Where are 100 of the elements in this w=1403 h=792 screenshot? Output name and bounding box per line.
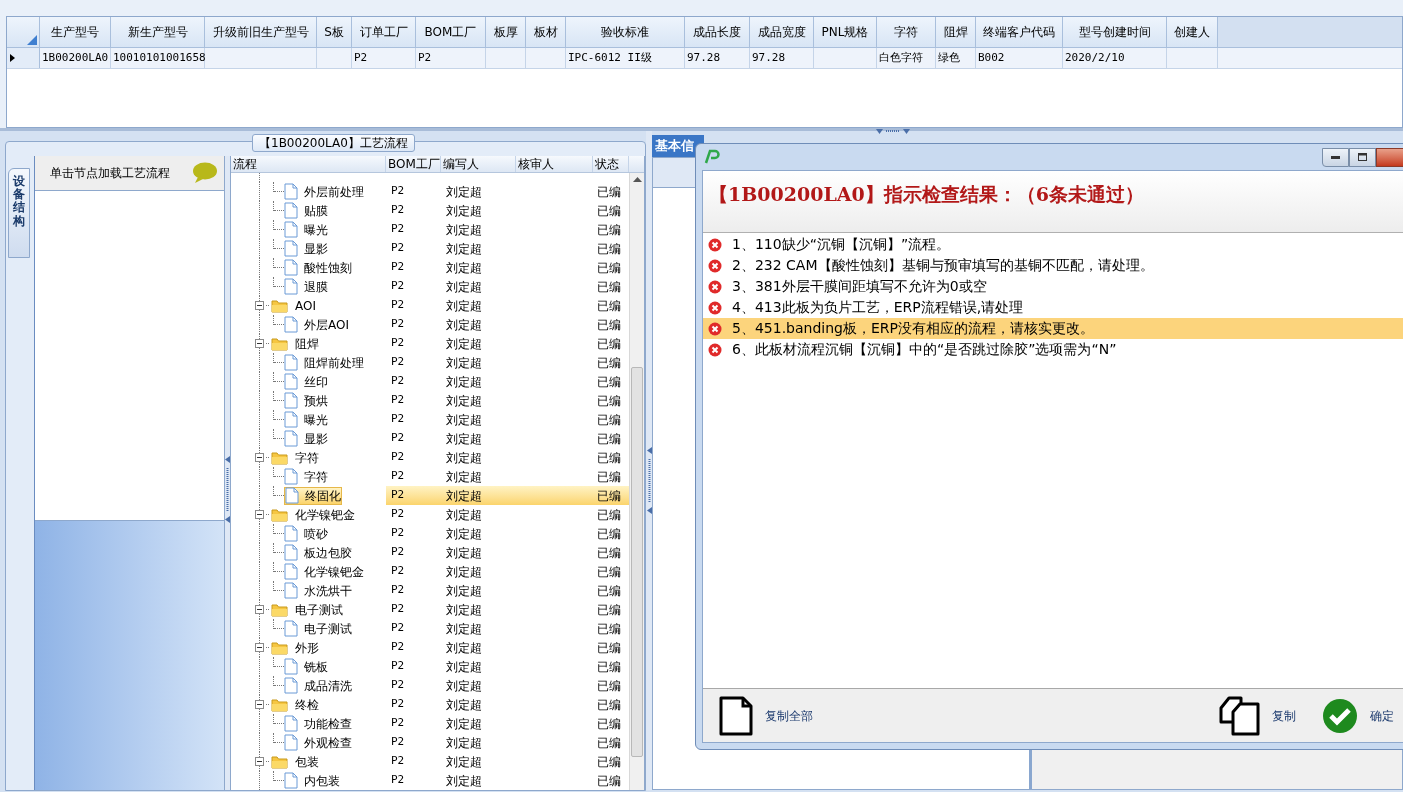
table-cell-text: 已编 xyxy=(596,449,622,467)
tree-node[interactable]: 化学镍钯金 xyxy=(304,562,364,581)
table-cell-text: 已编 xyxy=(596,639,622,657)
column-header[interactable]: PNL规格 xyxy=(814,17,877,47)
column-header[interactable]: 订单工厂 xyxy=(352,17,416,47)
tree-node[interactable]: 包装 xyxy=(293,752,321,771)
tree-node[interactable]: 水洗烘干 xyxy=(304,581,352,600)
folder-icon xyxy=(271,336,288,351)
tree-node[interactable]: 喷砂 xyxy=(304,524,328,543)
table-cell-text: 刘定超 xyxy=(445,449,483,467)
table-cell-text: P2 xyxy=(390,468,406,485)
tree-node[interactable]: 字符 xyxy=(304,467,328,486)
result-item[interactable]: 5、451.banding板，ERP没有相应的流程，请核实更改。 xyxy=(703,318,1403,339)
column-header[interactable]: 升级前旧生产型号 xyxy=(205,17,317,47)
column-header[interactable]: 新生产型号 xyxy=(111,17,205,47)
tree-node[interactable]: 曝光 xyxy=(304,220,328,239)
table-cell-text: 已编 xyxy=(596,297,622,315)
splitter-grip-icon[interactable] xyxy=(876,129,910,135)
column-header[interactable]: 编写人 xyxy=(441,156,516,172)
table-cell-text: P2 xyxy=(390,202,406,219)
minimize-button[interactable] xyxy=(1322,147,1349,167)
tree-node[interactable]: 电子测试 xyxy=(304,619,352,638)
folder-icon xyxy=(271,450,288,465)
copy-button[interactable]: 复制全部 xyxy=(719,695,813,736)
column-header[interactable]: 板材 xyxy=(526,17,566,47)
collapse-icon[interactable] xyxy=(255,453,264,462)
table-cell-text: 刘定超 xyxy=(445,601,483,619)
tree-node[interactable]: 电子测试 xyxy=(293,600,345,619)
tree-node[interactable]: 曝光 xyxy=(304,410,328,429)
tree-node[interactable]: 酸性蚀刻 xyxy=(304,258,352,277)
tree-node[interactable]: 终检 xyxy=(293,695,321,714)
tree-node[interactable]: AOI xyxy=(293,296,318,315)
column-header[interactable]: 生产型号 xyxy=(40,17,111,47)
tree-node[interactable]: 退膜 xyxy=(304,277,328,296)
collapse-icon[interactable] xyxy=(255,605,264,614)
copy-button[interactable]: 复制 xyxy=(1219,695,1296,736)
tree-node[interactable]: 显影 xyxy=(304,239,328,258)
tree-node[interactable]: 贴膜 xyxy=(304,201,328,220)
column-header[interactable]: 成品宽度 xyxy=(750,17,814,47)
tree-node[interactable]: 内包装 xyxy=(304,771,340,790)
column-header[interactable]: 成品长度 xyxy=(685,17,750,47)
collapse-icon[interactable] xyxy=(255,700,264,709)
table-cell-text: 刘定超 xyxy=(445,259,483,277)
scrollbar-thumb[interactable] xyxy=(631,367,643,757)
tree-node[interactable]: 字符 xyxy=(293,448,321,467)
column-header[interactable]: 流程 xyxy=(231,156,386,172)
maximize-button[interactable] xyxy=(1349,147,1376,167)
column-header[interactable]: 字符 xyxy=(877,17,936,47)
tree-node[interactable]: 外观检查 xyxy=(304,733,352,752)
tree-node[interactable]: 板边包胶 xyxy=(304,543,352,562)
collapse-icon[interactable] xyxy=(255,757,264,766)
ok-button[interactable]: 确定 xyxy=(1322,697,1394,734)
column-header[interactable]: S板 xyxy=(317,17,352,47)
tree-node[interactable]: 丝印 xyxy=(304,372,328,391)
result-item[interactable]: 2、232 CAM【酸性蚀刻】基铜与预审填写的基铜不匹配，请处理。 xyxy=(703,255,1403,276)
column-header[interactable]: 板厚 xyxy=(486,17,526,47)
collapse-icon[interactable] xyxy=(255,643,264,652)
tree-node[interactable]: 外形 xyxy=(293,638,321,657)
tree-node[interactable]: 铣板 xyxy=(304,657,328,676)
side-tab[interactable]: 设备结构 xyxy=(8,168,30,258)
tree-node[interactable]: 阻焊前处理 xyxy=(304,353,364,372)
table-cell-text: 刘定超 xyxy=(445,221,483,239)
column-header[interactable]: 状态 xyxy=(593,156,629,172)
tree-node[interactable]: 预烘 xyxy=(304,391,328,410)
column-header[interactable]: 型号创建时间 xyxy=(1063,17,1167,47)
column-header[interactable]: BOM工厂 xyxy=(386,156,441,172)
tree-node[interactable]: 阻焊 xyxy=(293,334,321,353)
tree-node[interactable]: 终固化 xyxy=(305,486,341,505)
table-cell-text: 刘定超 xyxy=(445,525,483,543)
collapse-icon[interactable] xyxy=(255,339,264,348)
result-item[interactable]: 6、此板材流程沉铜【沉铜】中的“是否跳过除胶”选项需为“N” xyxy=(703,339,1403,360)
document-icon xyxy=(284,715,298,732)
tree-node[interactable]: 外层AOI xyxy=(304,315,349,334)
result-item[interactable]: 4、413此板为负片工艺，ERP流程错误,请处理 xyxy=(703,297,1403,318)
splitter-grip-icon[interactable] xyxy=(225,456,230,526)
table-cell-text: 已编 xyxy=(596,183,622,201)
tree-node[interactable]: 外层前处理 xyxy=(304,182,364,201)
table-cell-text: 2020/2/10 xyxy=(1065,49,1125,66)
result-item[interactable]: 3、381外层干膜间距填写不允许为0或空 xyxy=(703,276,1403,297)
grid-row[interactable]: 1B00200LA0 10010101001658 P2 P2 IPC-6012 II级 97.28 97.28 白色字符 绿色 B002 2020/2/10 xyxy=(7,48,1402,69)
tree-node[interactable]: 显影 xyxy=(304,429,328,448)
result-item[interactable]: 1、110缺少“沉铜【沉铜】”流程。 xyxy=(703,234,1403,255)
speech-bubble-icon xyxy=(192,162,218,184)
column-header[interactable]: BOM工厂 xyxy=(416,17,486,47)
close-button[interactable] xyxy=(1376,147,1403,167)
column-header[interactable]: 验收标准 xyxy=(566,17,685,47)
collapse-icon[interactable] xyxy=(255,301,264,310)
tab[interactable]: 基本信 xyxy=(652,135,704,157)
table-cell-text: 已编 xyxy=(596,487,622,505)
tree-node[interactable]: 成品清洗 xyxy=(304,676,352,695)
column-header[interactable]: 阻焊 xyxy=(936,17,976,47)
column-header[interactable]: 核审人 xyxy=(516,156,593,172)
document-icon xyxy=(284,411,298,428)
collapse-icon[interactable] xyxy=(255,510,264,519)
column-header[interactable]: 终端客户代码 xyxy=(976,17,1063,47)
table-cell-text: P2 xyxy=(390,563,406,580)
tree-node[interactable]: 化学镍钯金 xyxy=(293,505,357,524)
tree-node[interactable]: 功能检查 xyxy=(304,714,352,733)
splitter-grip-icon[interactable] xyxy=(646,447,652,517)
table-cell-text: P2 xyxy=(390,278,406,295)
